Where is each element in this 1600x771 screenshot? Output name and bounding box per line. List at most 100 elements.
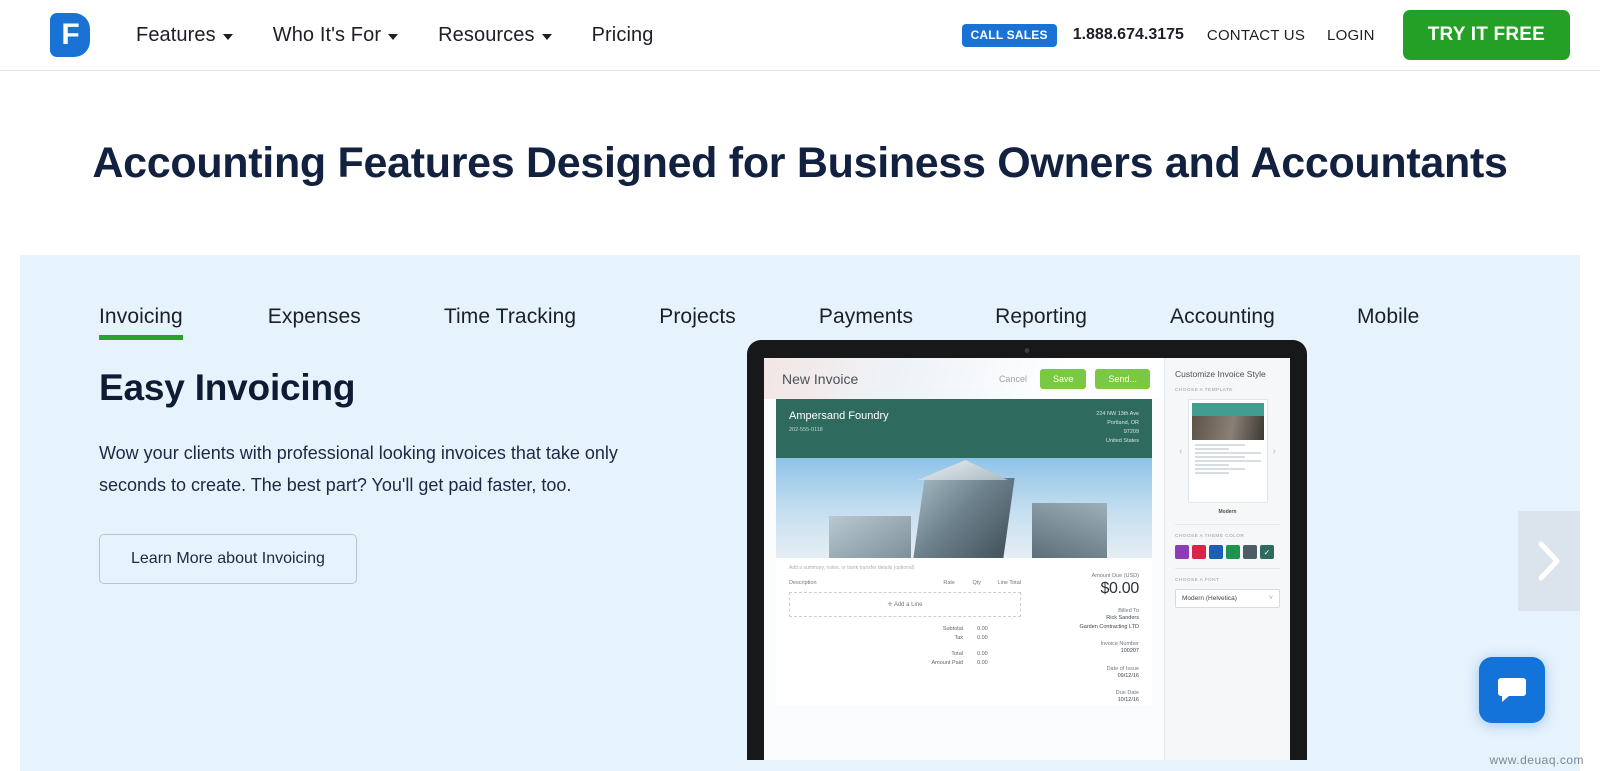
try-it-free-button[interactable]: TRY IT FREE — [1402, 10, 1570, 60]
choose-template-label: CHOOSE A TEMPLATE — [1175, 388, 1233, 393]
chevron-down-icon — [222, 33, 233, 40]
nav-item-who-its-for[interactable]: Who It's For — [272, 23, 399, 47]
invoice-header-band: Ampersand Foundry 202-555-0118 224 NW 13… — [776, 399, 1152, 458]
invoice-document: Ampersand Foundry 202-555-0118 224 NW 13… — [776, 399, 1152, 705]
invoice-line-items: Description Rate Qty Line Total ✛ Add a … — [789, 571, 1035, 705]
font-select[interactable]: Modern (Helvetica) ˅ — [1175, 589, 1280, 608]
invoice-editor: New Invoice Cancel Save Send... Ampersan… — [764, 358, 1164, 760]
total-label: Amount Paid — [931, 660, 964, 666]
nav-label: Features — [136, 23, 216, 46]
contact-us-link[interactable]: CONTACT US — [1207, 27, 1305, 44]
laptop-screen: New Invoice Cancel Save Send... Ampersan… — [764, 358, 1290, 760]
tab-reporting[interactable]: Reporting — [995, 305, 1087, 340]
total-value: 0.00 — [977, 635, 988, 641]
nav-item-features[interactable]: Features — [136, 24, 233, 47]
logo-letter: F — [61, 17, 79, 51]
call-sales-badge[interactable]: CALL SALES — [961, 23, 1057, 47]
invoice-totals: Subtotal 0.00 Tax 0.00 Total 0.00 Amount… — [789, 626, 1021, 666]
chevron-down-icon — [388, 33, 399, 40]
building-shape — [828, 516, 912, 558]
chevron-left-icon[interactable]: ‹ — [1179, 446, 1182, 457]
invoice-company-name: Ampersand Foundry — [789, 410, 889, 422]
total-row: Subtotal 0.00 — [789, 626, 1021, 632]
invoice-editor-title: New Invoice — [782, 371, 859, 387]
laptop-mockup: New Invoice Cancel Save Send... Ampersan… — [747, 340, 1307, 760]
total-value: 0.00 — [977, 651, 988, 657]
add-line-label: Add a Line — [893, 602, 923, 608]
send-button[interactable]: Send... — [1095, 369, 1150, 389]
save-button[interactable]: Save — [1039, 369, 1087, 389]
nav-label: Who It's For — [272, 23, 382, 46]
line-items-header: Description Rate Qty Line Total — [789, 571, 1021, 592]
color-swatch-red[interactable] — [1192, 545, 1206, 559]
sidebar-divider — [1175, 568, 1280, 569]
address-line: United States — [1105, 438, 1139, 444]
cancel-button[interactable]: Cancel — [999, 374, 1031, 384]
amount-due-label: Amount Due (USD) — [1091, 573, 1139, 579]
template-header-band — [1191, 403, 1264, 416]
main-navigation: Features Who It's For Resources Pricing — [136, 24, 653, 47]
nav-item-resources[interactable]: Resources — [438, 24, 552, 47]
invoice-company-phone: 202-555-0118 — [789, 427, 823, 433]
site-header: F Features Who It's For Resources Pricin… — [0, 0, 1600, 71]
carousel-next-button[interactable] — [1518, 511, 1580, 611]
customize-sidebar-title: Customize Invoice Style — [1175, 369, 1266, 379]
color-swatch-green[interactable] — [1226, 545, 1240, 559]
page-title: Accounting Features Designed for Busines… — [92, 138, 1508, 187]
tab-accounting[interactable]: Accounting — [1170, 305, 1275, 340]
tab-mobile[interactable]: Mobile — [1357, 305, 1419, 340]
col-description: Description — [789, 580, 817, 586]
col-line-total: Line Total — [997, 580, 1021, 586]
chat-bubble-icon — [1498, 678, 1526, 702]
invoice-summary-placeholder[interactable]: Add a summary, notes, or bank transfer d… — [776, 558, 1152, 571]
nav-item-pricing[interactable]: Pricing — [592, 24, 654, 47]
total-value: 0.00 — [977, 626, 988, 632]
address-line: 224 NW 13th Ave — [1096, 411, 1139, 417]
total-label: Tax — [954, 635, 963, 641]
invoice-number-value: 100207 — [1120, 648, 1139, 654]
chat-widget-button[interactable] — [1479, 657, 1545, 723]
webcam-icon — [1024, 348, 1030, 353]
invoice-company-block: Ampersand Foundry 202-555-0118 — [789, 410, 889, 446]
customize-invoice-sidebar: Customize Invoice Style CHOOSE A TEMPLAT… — [1164, 358, 1290, 760]
amount-due-value: $0.00 — [1100, 580, 1139, 597]
total-row: Amount Paid 0.00 — [789, 660, 1021, 666]
hero-section: Accounting Features Designed for Busines… — [0, 71, 1600, 255]
add-line-button[interactable]: ✛ Add a Line — [789, 592, 1021, 617]
billed-to-name: Rick Sanders — [1106, 615, 1139, 621]
tab-expenses[interactable]: Expenses — [268, 305, 361, 340]
plus-icon: ✛ — [887, 602, 893, 608]
building-shape — [913, 478, 1015, 558]
date-of-issue-value: 09/12/16 — [1117, 672, 1139, 679]
total-label: Total — [951, 651, 963, 657]
invoice-company-address: 224 NW 13th Ave Portland, OR 97209 Unite… — [1096, 410, 1139, 446]
panel-body: Easy Invoicing Wow your clients with pro… — [20, 340, 1580, 760]
learn-more-button[interactable]: Learn More about Invoicing — [99, 534, 357, 584]
template-thumbnail[interactable] — [1187, 399, 1268, 503]
chevron-right-icon[interactable]: › — [1273, 446, 1276, 457]
logo-icon: F — [50, 13, 90, 57]
color-swatch-slate[interactable] — [1243, 545, 1257, 559]
tab-invoicing[interactable]: Invoicing — [99, 305, 183, 340]
nav-label: Pricing — [591, 23, 654, 46]
total-value: 0.00 — [977, 660, 988, 666]
invoice-header-photo — [776, 458, 1152, 558]
tab-projects[interactable]: Projects — [659, 305, 736, 340]
color-swatch-teal-selected[interactable]: ✓ — [1260, 545, 1274, 559]
address-line: 97209 — [1123, 429, 1139, 435]
site-watermark: www.deuaq.com — [1489, 753, 1584, 767]
feature-heading: Easy Invoicing — [99, 367, 356, 408]
color-swatch-purple[interactable] — [1175, 545, 1189, 559]
sidebar-divider — [1175, 524, 1280, 525]
tab-time-tracking[interactable]: Time Tracking — [444, 305, 576, 340]
color-swatch-blue[interactable] — [1209, 545, 1223, 559]
login-link[interactable]: LOGIN — [1327, 27, 1375, 44]
font-select-value: Modern (Helvetica) — [1182, 595, 1237, 602]
tab-payments[interactable]: Payments — [819, 305, 913, 340]
header-utility-nav: CALL SALES 1.888.674.3175 CONTACT US LOG… — [961, 10, 1570, 60]
freshbooks-logo[interactable]: F — [50, 13, 94, 57]
template-photo — [1191, 416, 1264, 440]
invoice-body-columns: Description Rate Qty Line Total ✛ Add a … — [776, 571, 1152, 705]
sales-phone-number[interactable]: 1.888.674.3175 — [1073, 26, 1184, 44]
invoice-meta: Amount Due (USD) $0.00 Billed To Rick Sa… — [1035, 571, 1139, 705]
